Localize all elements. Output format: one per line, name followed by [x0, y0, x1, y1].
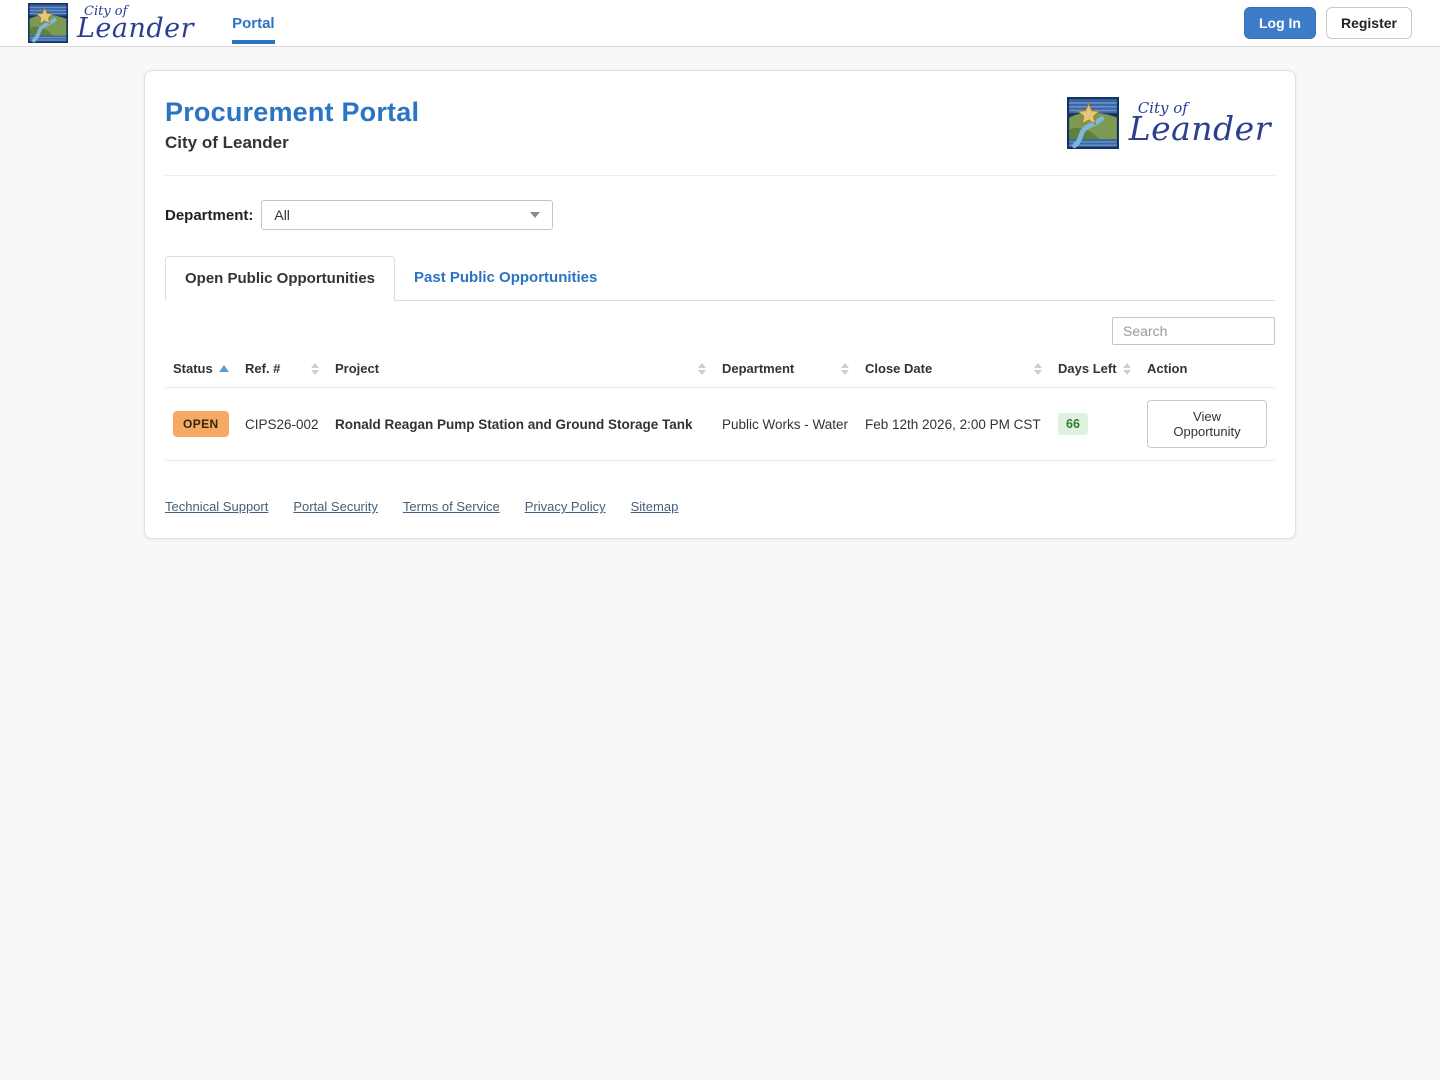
search-input[interactable]	[1112, 317, 1275, 345]
caret-down-icon	[530, 212, 541, 218]
department-selected-value: All	[274, 207, 290, 223]
cell-ref: CIPS26-002	[237, 387, 327, 461]
terms-of-service-link[interactable]: Terms of Service	[403, 499, 500, 514]
column-label: Ref. #	[245, 361, 281, 376]
procurement-portal-card: Procurement Portal City of Leander City …	[144, 70, 1296, 539]
register-button[interactable]: Register	[1325, 6, 1412, 40]
cell-project: Ronald Reagan Pump Station and Ground St…	[327, 387, 714, 461]
card-header-titles: Procurement Portal City of Leander	[165, 97, 419, 153]
navbar-actions: Log In Register	[1243, 6, 1412, 40]
technical-support-link[interactable]: Technical Support	[165, 499, 268, 514]
cell-status: OPEN	[165, 387, 237, 461]
status-badge: OPEN	[173, 411, 229, 437]
top-navbar: City of Leander Portal Log In Register	[0, 0, 1440, 47]
logo-name-text: Leander	[1128, 109, 1271, 148]
column-label: Status	[173, 361, 213, 376]
page-title: Procurement Portal	[165, 97, 420, 127]
column-label: Department	[722, 361, 795, 376]
cell-days-left: 66	[1050, 387, 1139, 461]
card-logo-wordmark: City of Leander	[1128, 101, 1271, 148]
page-subtitle: City of Leander	[165, 133, 289, 152]
navbar-brand[interactable]: City of Leander	[28, 3, 194, 43]
tab-past-public-opportunities[interactable]: Past Public Opportunities	[395, 256, 616, 300]
department-select[interactable]: All	[261, 200, 554, 230]
column-label: Close Date	[865, 361, 933, 376]
column-label: Project	[335, 361, 380, 376]
column-label: Action	[1147, 361, 1188, 376]
search-row	[165, 317, 1275, 345]
navbar-brand-wordmark: City of Leander	[77, 5, 194, 42]
nav-item-portal[interactable]: Portal	[232, 0, 275, 47]
column-header-project[interactable]: Project	[327, 353, 714, 388]
sort-icon	[698, 362, 706, 375]
opportunities-table: Status Ref. # Project Department Close D…	[165, 353, 1275, 461]
leander-emblem-icon	[1066, 97, 1119, 149]
card-header: Procurement Portal City of Leander City …	[165, 91, 1275, 176]
privacy-policy-link[interactable]: Privacy Policy	[525, 499, 606, 514]
portal-active-indicator	[232, 39, 275, 44]
column-header-department[interactable]: Department	[714, 353, 857, 388]
login-button[interactable]: Log In	[1243, 6, 1316, 40]
column-header-close-date[interactable]: Close Date	[857, 353, 1050, 388]
leander-emblem-icon	[28, 3, 68, 43]
brand-name-text: Leander	[77, 12, 195, 44]
sort-icon	[841, 362, 849, 375]
portal-security-link[interactable]: Portal Security	[293, 499, 378, 514]
card-logo: City of Leander	[1066, 97, 1275, 149]
column-header-days-left[interactable]: Days Left	[1050, 353, 1139, 388]
sitemap-link[interactable]: Sitemap	[631, 499, 679, 514]
sort-icon	[1034, 362, 1042, 375]
footer-links: Technical Support Portal Security Terms …	[165, 499, 1275, 514]
opportunities-tabs: Open Public Opportunities Past Public Op…	[165, 256, 1275, 301]
tab-open-public-opportunities[interactable]: Open Public Opportunities	[165, 256, 396, 301]
department-label: Department:	[165, 206, 254, 224]
days-left-badge: 66	[1058, 413, 1088, 435]
sort-asc-icon	[219, 365, 229, 372]
column-header-ref[interactable]: Ref. #	[237, 353, 327, 388]
department-filter-row: Department: All	[165, 200, 1275, 230]
table-row: OPEN CIPS26-002 Ronald Reagan Pump Stati…	[165, 387, 1275, 461]
column-header-status[interactable]: Status	[165, 353, 237, 388]
cell-department: Public Works - Water	[714, 387, 857, 461]
sort-icon	[1123, 362, 1131, 375]
cell-action: View Opportunity	[1139, 387, 1275, 461]
table-header-row: Status Ref. # Project Department Close D…	[165, 353, 1275, 388]
cell-close-date: Feb 12th 2026, 2:00 PM CST	[857, 387, 1050, 461]
column-header-action: Action	[1139, 353, 1275, 388]
sort-icon	[311, 362, 319, 375]
column-label: Days Left	[1058, 361, 1117, 376]
view-opportunity-button[interactable]: View Opportunity	[1147, 400, 1267, 448]
portal-link[interactable]: Portal	[232, 15, 275, 32]
